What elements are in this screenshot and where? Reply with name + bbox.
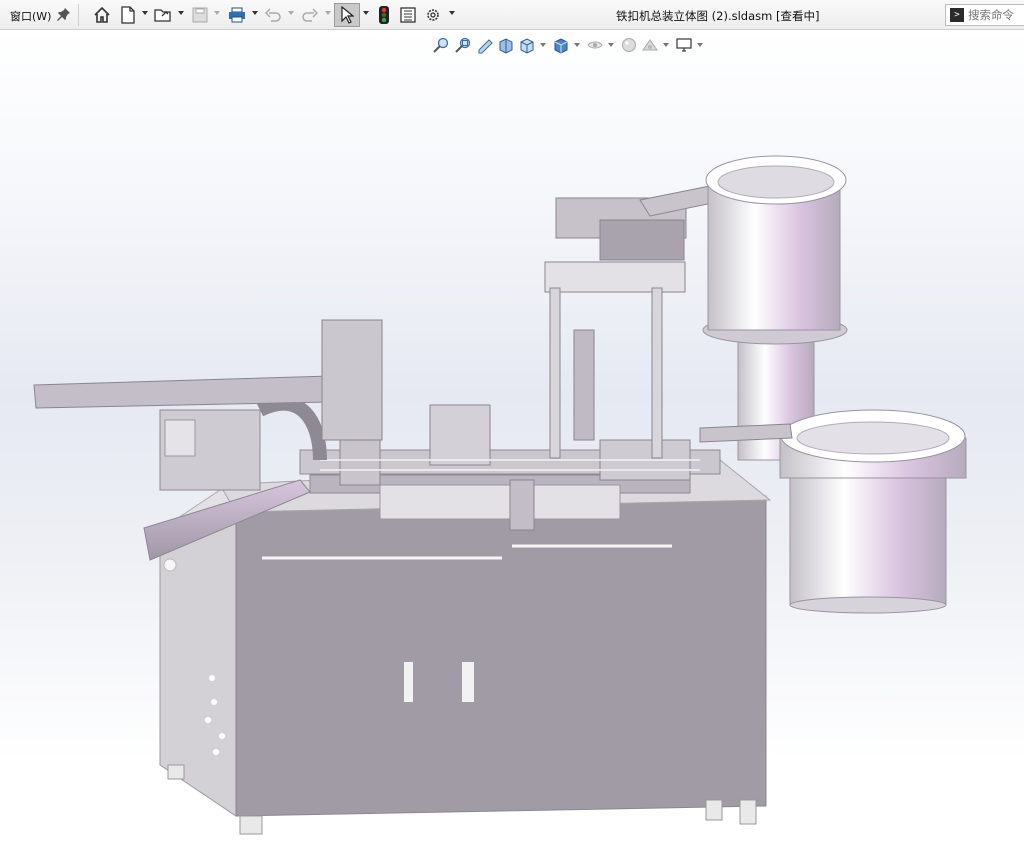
home-icon[interactable] [92, 5, 112, 25]
toolbar-separator [78, 4, 79, 26]
redo-icon[interactable] [300, 5, 320, 25]
assembly-3d-model[interactable] [0, 30, 1024, 842]
traffic-light-icon[interactable] [374, 5, 394, 25]
window-menu[interactable]: 窗口(W) [10, 8, 51, 24]
command-search[interactable]: > [945, 4, 1024, 26]
vertical-press-frame [321, 179, 747, 459]
chevron-down-icon[interactable] [449, 11, 455, 15]
chevron-down-icon[interactable] [142, 11, 148, 15]
undo-icon[interactable] [263, 5, 283, 25]
chevron-down-icon[interactable] [363, 11, 369, 15]
pin-icon[interactable] [56, 6, 72, 22]
machine-cabinet [159, 481, 767, 835]
command-prompt-icon: > [950, 8, 964, 22]
chevron-down-icon[interactable] [288, 11, 294, 15]
open-folder-icon[interactable] [153, 5, 173, 25]
graphics-area[interactable] [0, 30, 1024, 842]
chevron-down-icon[interactable] [252, 11, 258, 15]
file-properties-icon[interactable] [398, 5, 418, 25]
main-toolbar: 窗口(W) 铁扣机总装立体图 (2).sldasm [查看中] > 搜索命令 [0, 0, 1024, 30]
document-title: 铁扣机总装立体图 (2).sldasm [查看中] [616, 9, 820, 23]
options-gear-icon[interactable] [423, 5, 443, 25]
chevron-down-icon[interactable] [325, 11, 331, 15]
search-input[interactable] [968, 8, 1024, 22]
print-icon[interactable] [227, 5, 247, 25]
select-arrow-icon[interactable] [337, 5, 357, 25]
chevron-down-icon[interactable] [214, 11, 220, 15]
chevron-down-icon[interactable] [178, 11, 184, 15]
save-icon[interactable] [190, 5, 210, 25]
new-document-icon[interactable] [118, 5, 138, 25]
